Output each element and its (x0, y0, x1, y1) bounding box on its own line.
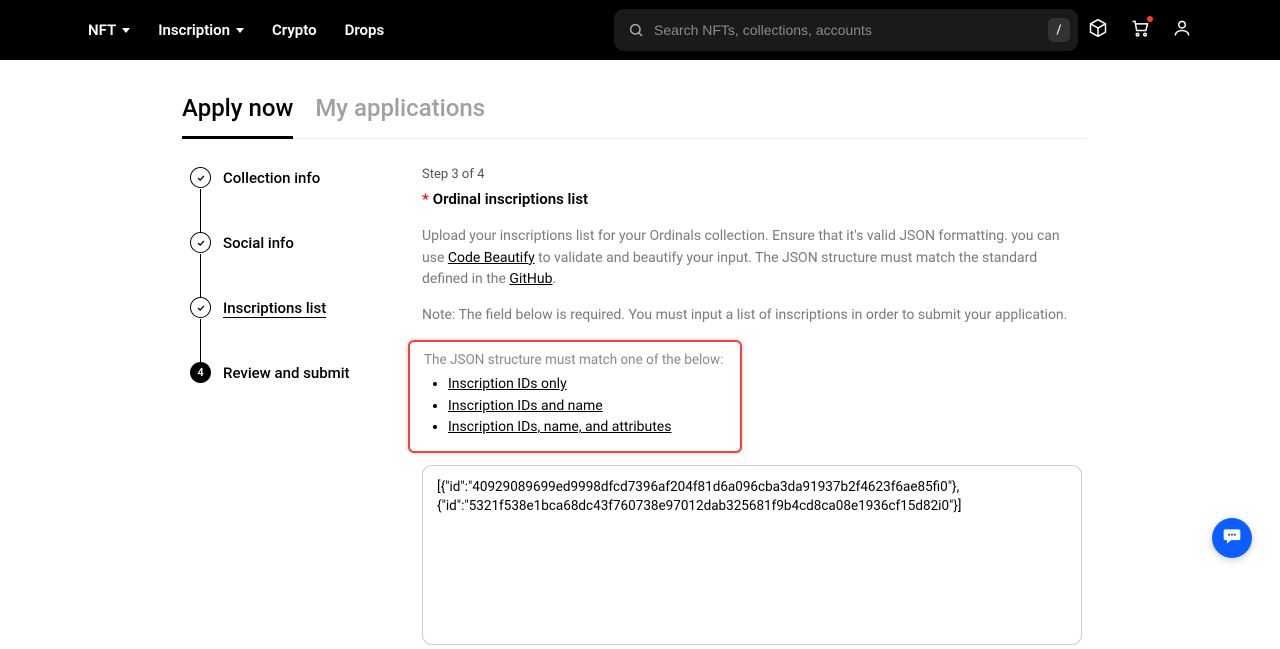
nav-label: Crypto (272, 21, 317, 39)
step-review-submit[interactable]: 4 Review and submit (190, 362, 350, 383)
hint-item: Inscription IDs, name, and attributes (448, 417, 726, 439)
nav-links: NFT Inscription Crypto Drops (88, 21, 384, 39)
nav-label: NFT (88, 21, 116, 39)
hint-item: Inscription IDs and name (448, 396, 726, 418)
check-icon (190, 297, 211, 318)
json-structure-hint: The JSON structure must match one of the… (408, 340, 742, 453)
user-icon[interactable] (1172, 18, 1192, 42)
search-input[interactable] (654, 22, 1038, 38)
stepper: Collection info Social info Inscriptions… (190, 167, 350, 383)
step-label: Review and submit (223, 364, 350, 382)
link-ids-name-attrs[interactable]: Inscription IDs, name, and attributes (448, 419, 671, 435)
link-github[interactable]: GitHub (509, 271, 552, 287)
tab-my-applications[interactable]: My applications (315, 94, 485, 138)
topbar-right (1088, 18, 1192, 42)
heading-row: * Ordinal inscriptions list (422, 190, 1082, 208)
tabs: Apply now My applications (182, 94, 1086, 139)
check-icon (190, 232, 211, 253)
search-bar[interactable]: / (614, 9, 1078, 51)
content-row: Collection info Social info Inscriptions… (190, 167, 1280, 649)
step-indicator: Step 3 of 4 (422, 167, 1082, 182)
hint-item: Inscription IDs only (448, 374, 726, 396)
description: Upload your inscriptions list for your O… (422, 226, 1082, 291)
page-body: Apply now My applications Collection inf… (0, 94, 1280, 649)
form-column: Step 3 of 4 * Ordinal inscriptions list … (422, 167, 1082, 649)
inscriptions-json-input[interactable] (422, 465, 1082, 645)
step-inscriptions-list[interactable]: Inscriptions list (190, 297, 350, 362)
step-collection-info[interactable]: Collection info (190, 167, 350, 232)
desc-text: . (553, 271, 557, 287)
link-code-beautify[interactable]: Code Beautify (448, 250, 535, 266)
chevron-down-icon (122, 28, 130, 33)
nav-inscription[interactable]: Inscription (158, 21, 244, 39)
link-ids-only[interactable]: Inscription IDs only (448, 376, 567, 392)
cart-badge (1147, 16, 1153, 22)
note-text: Note: The field below is required. You m… (422, 305, 1082, 326)
topbar: NFT Inscription Crypto Drops / (0, 0, 1280, 60)
chat-button[interactable] (1212, 518, 1252, 558)
step-social-info[interactable]: Social info (190, 232, 350, 297)
check-icon (190, 167, 211, 188)
nav-crypto[interactable]: Crypto (272, 21, 317, 39)
hint-list: Inscription IDs only Inscription IDs and… (424, 374, 726, 439)
link-ids-name[interactable]: Inscription IDs and name (448, 398, 603, 414)
nav-label: Inscription (158, 21, 230, 39)
step-label: Inscriptions list (223, 299, 326, 317)
chat-icon (1222, 526, 1242, 550)
required-asterisk: * (422, 190, 429, 208)
nav-nft[interactable]: NFT (88, 21, 130, 39)
tab-apply-now[interactable]: Apply now (182, 94, 293, 139)
nav-drops[interactable]: Drops (345, 21, 385, 39)
step-label: Collection info (223, 169, 320, 187)
step-label: Social info (223, 234, 294, 252)
kbd-hint: / (1048, 18, 1070, 42)
section-heading: Ordinal inscriptions list (433, 190, 588, 208)
step-number: 4 (190, 362, 211, 383)
cart-icon[interactable] (1130, 18, 1150, 42)
cube-icon[interactable] (1088, 18, 1108, 42)
chevron-down-icon (236, 28, 244, 33)
hint-title: The JSON structure must match one of the… (424, 352, 726, 368)
nav-label: Drops (345, 21, 385, 39)
search-icon (628, 22, 644, 38)
